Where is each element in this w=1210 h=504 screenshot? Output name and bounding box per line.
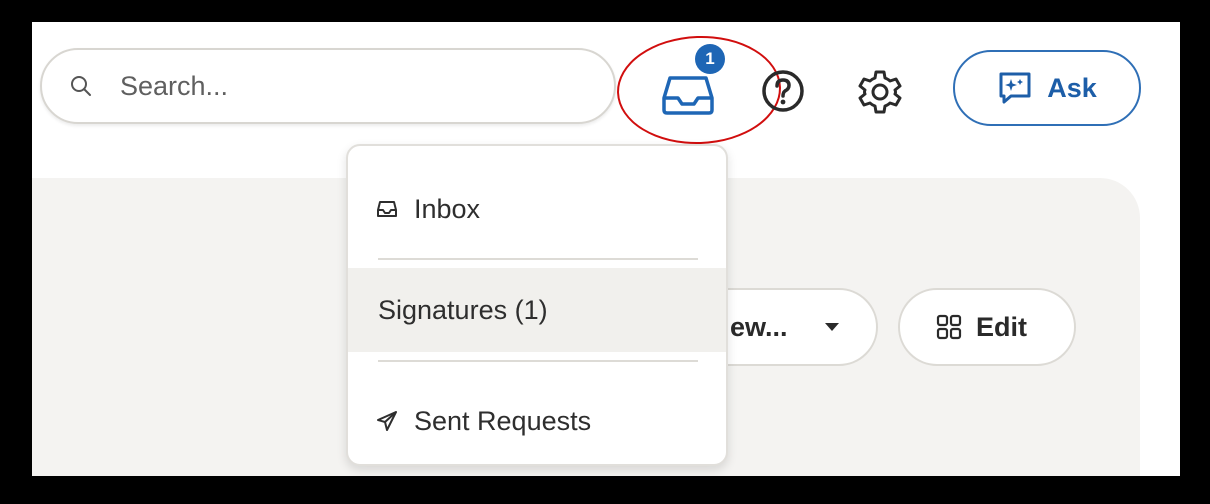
search-bar[interactable] [40,48,616,124]
help-icon [762,70,804,112]
menu-item-label: Signatures (1) [378,294,548,325]
help-button[interactable] [756,64,810,118]
edit-label: Edit [976,311,1027,342]
menu-item-label: Inbox [414,193,481,224]
view-label: ew... [730,311,788,342]
menu-item-inbox[interactable]: Inbox [348,184,726,234]
menu-item-label: Sent Requests [414,405,592,436]
inbox-tray-icon [662,76,714,115]
edit-button[interactable]: Edit [898,288,1076,366]
notification-badge: 1 [695,44,725,74]
app-frame: 1 Ask ew... [32,22,1180,476]
search-icon [71,76,91,96]
tray-icon [377,201,397,217]
gear-icon [858,70,902,114]
menu-item-sent-requests[interactable]: Sent Requests [348,396,726,446]
ai-chat-sparkle-icon [999,72,1031,104]
menu-item-signatures[interactable]: Signatures (1) [348,268,726,352]
menu-divider [378,258,698,260]
settings-button[interactable] [852,64,908,120]
grid-icon [936,314,962,340]
paper-plane-icon [377,411,397,431]
ask-button[interactable]: Ask [953,50,1141,126]
inbox-dropdown-menu: Inbox Signatures (1) Sent Requests [346,144,728,466]
ask-label: Ask [1047,72,1097,103]
menu-divider [378,360,698,362]
caret-down-icon [825,323,839,331]
search-input[interactable] [120,68,590,104]
